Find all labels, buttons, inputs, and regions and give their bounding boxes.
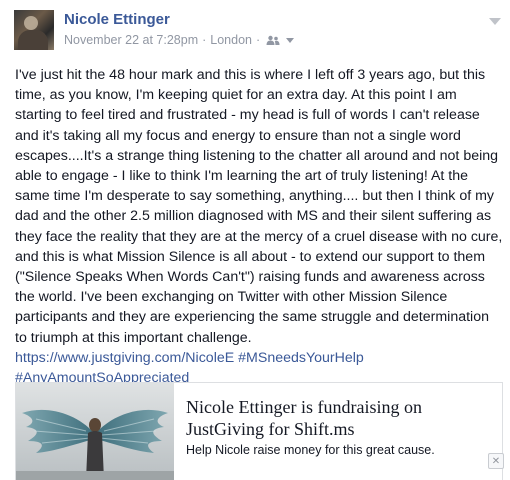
- link-preview-card[interactable]: Nicole Ettinger is fundraising on JustGi…: [15, 382, 503, 480]
- close-icon[interactable]: ✕: [488, 453, 504, 469]
- friends-icon[interactable]: [266, 35, 280, 45]
- post-message: I've just hit the 48 hour mark and this …: [15, 67, 503, 346]
- audience-dropdown-icon[interactable]: [286, 37, 295, 43]
- meta-separator: ·: [256, 33, 261, 47]
- card-title[interactable]: Nicole Ettinger is fundraising on JustGi…: [186, 396, 486, 440]
- author-avatar[interactable]: [14, 10, 54, 50]
- facebook-post: Nicole Ettinger November 22 at 7:28pm · …: [0, 0, 510, 480]
- hashtag-msneedsyourhelp[interactable]: #MSneedsYourHelp: [238, 350, 364, 366]
- post-meta: November 22 at 7:28pm · London ·: [64, 33, 295, 47]
- post-options-chevron-icon[interactable]: [489, 18, 501, 25]
- post-body: I've just hit the 48 hour mark and this …: [15, 65, 503, 388]
- post-timestamp[interactable]: November 22 at 7:28pm: [64, 33, 198, 47]
- author-name[interactable]: Nicole Ettinger: [64, 11, 170, 28]
- post-location[interactable]: London: [210, 33, 252, 47]
- angel-wings-mural-image[interactable]: [16, 383, 174, 480]
- justgiving-link[interactable]: https://www.justgiving.com/NicoleE: [15, 350, 234, 366]
- card-description: Help Nicole raise money for this great c…: [186, 443, 435, 457]
- meta-separator: ·: [202, 33, 207, 47]
